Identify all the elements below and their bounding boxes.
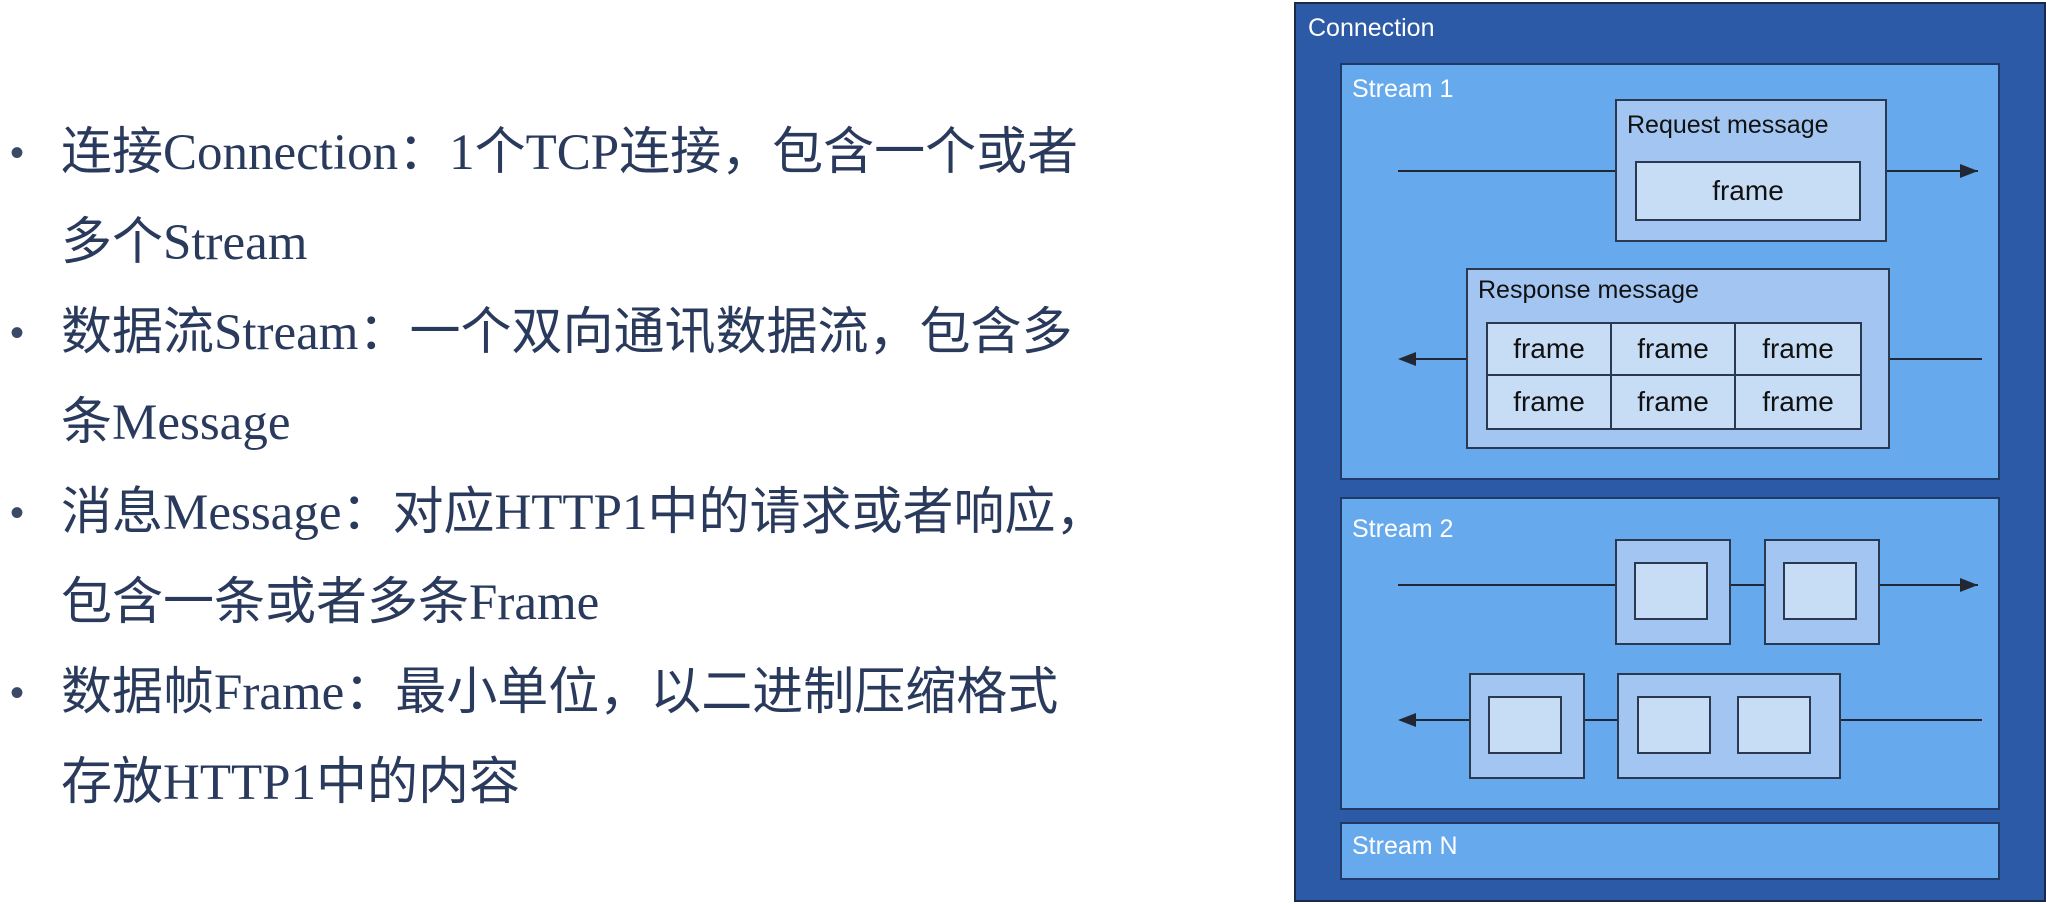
arrow-left-icon <box>1398 713 1416 727</box>
bullet-dot: • <box>9 311 24 355</box>
stream-2-frame <box>1637 696 1711 754</box>
bullet-dot: • <box>9 491 24 535</box>
stream-n-label: Stream N <box>1352 832 1458 860</box>
bullet-text-line: 消息Message：对应HTTP1中的请求或者响应， <box>61 485 1107 541</box>
stream-n-box: Stream N <box>1340 822 2000 880</box>
connection-label: Connection <box>1308 14 1435 42</box>
stream-1-box: Stream 1 Request message frame Response … <box>1340 63 2000 480</box>
bullet-message: • 消息Message：对应HTTP1中的请求或者响应， 包含一条或者多条Fra… <box>0 468 1170 648</box>
response-frame: frame <box>1612 324 1736 376</box>
arrow-right-icon <box>1960 164 1978 178</box>
bullet-dot: • <box>9 131 24 175</box>
stream-2-message <box>1469 673 1585 779</box>
response-frame: frame <box>1612 376 1736 428</box>
response-frame: frame <box>1488 376 1612 428</box>
bullet-text-line: 数据流Stream：一个双向通讯数据流，包含多 <box>61 305 1073 361</box>
stream-2-message <box>1615 539 1731 645</box>
response-frame: frame <box>1488 324 1612 376</box>
arrow-right-icon <box>1960 578 1978 592</box>
stream-2-frame <box>1737 696 1811 754</box>
stream-2-frame <box>1488 696 1562 754</box>
bullet-frame: • 数据帧Frame：最小单位，以二进制压缩格式 存放HTTP1中的内容 <box>0 648 1170 828</box>
bullet-text-line: 连接Connection：1个TCP连接，包含一个或者 <box>61 125 1079 181</box>
response-frame: frame <box>1762 386 1834 417</box>
response-message-label: Response message <box>1478 276 1699 304</box>
stream-1-label: Stream 1 <box>1352 75 1454 103</box>
response-frame: frame <box>1736 324 1860 376</box>
bullet-dot: • <box>9 671 24 715</box>
connection-box: Connection Stream 1 Request message fram… <box>1294 2 2046 902</box>
stream-2-box: Stream 2 <box>1340 497 2000 810</box>
stream-2-message <box>1617 673 1841 779</box>
stream-2-frame <box>1783 562 1857 620</box>
bullet-text-line: 条Message <box>61 395 291 451</box>
bullet-text-line: 多个Stream <box>61 215 308 271</box>
response-message-box: Response message frame frame frame frame… <box>1466 268 1890 449</box>
bullet-text-line: 包含一条或者多条Frame <box>61 575 600 631</box>
request-message-box: Request message frame <box>1615 99 1887 242</box>
bullet-stream: • 数据流Stream：一个双向通讯数据流，包含多 条Message <box>0 288 1170 468</box>
stream-2-message <box>1764 539 1880 645</box>
request-message-label: Request message <box>1627 111 1829 139</box>
stream-2-frame <box>1634 562 1708 620</box>
bullet-text-line: 数据帧Frame：最小单位，以二进制压缩格式 <box>61 665 1059 721</box>
bullet-text-line: 存放HTTP1中的内容 <box>61 755 521 811</box>
request-frame: frame <box>1635 161 1861 221</box>
response-frame-grid: frame frame frame frame frame frame <box>1486 322 1862 430</box>
stream-2-label: Stream 2 <box>1352 515 1454 543</box>
arrow-left-icon <box>1398 352 1416 366</box>
bullet-connection: • 连接Connection：1个TCP连接，包含一个或者 多个Stream <box>0 108 1170 288</box>
bullet-list: • 连接Connection：1个TCP连接，包含一个或者 多个Stream •… <box>0 108 1170 828</box>
